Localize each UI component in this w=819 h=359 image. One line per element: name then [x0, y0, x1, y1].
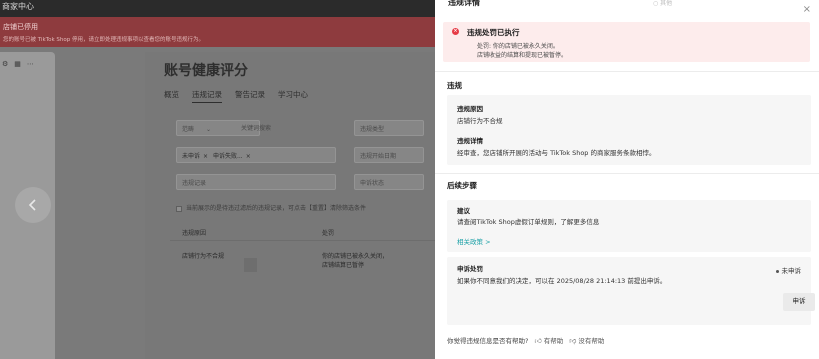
table-header-penalty: 处罚: [322, 230, 335, 237]
top-bar: 商家中心: [0, 0, 435, 17]
appeal-status-badge: 未申诉: [775, 265, 802, 275]
keyword-input[interactable]: 关键词搜索: [236, 120, 336, 136]
status-dot-icon: [775, 269, 779, 273]
violation-type-select[interactable]: 违规类型: [354, 120, 424, 136]
next-steps-heading: 后续步骤: [447, 181, 477, 190]
appeal-label: 申诉处罚: [457, 265, 483, 273]
not-helpful-label: 没有帮助: [578, 337, 605, 345]
top-right-label-text: 其他: [660, 0, 673, 7]
close-icon[interactable]: ×: [803, 4, 811, 15]
appeal-deadline-text: 如果你不同意我们的决定，可以在 2025/08/28 21:14:13 前提出申…: [457, 277, 667, 285]
penalty-line-2: 店铺结算已暂停: [322, 262, 365, 269]
topbar-title: 商家中心: [2, 2, 34, 11]
violation-card: 违规原因 店铺行为不合规 违规详情 经审查，您店铺所开展的活动与 TikTok …: [447, 95, 811, 165]
scope-label: 范畴: [182, 126, 195, 133]
record-select[interactable]: 违规记录: [176, 174, 336, 190]
penalty-alert: × 违规处罚已执行 处罚: 你的店铺已被永久关闭。 店铺收益的结算和提现已被暂停…: [443, 22, 810, 62]
top-right-label: ○ 其他: [653, 0, 673, 7]
tab-violation-records[interactable]: 违规记录: [192, 89, 222, 103]
helpful-label: 有帮助: [543, 337, 564, 345]
appeal-button[interactable]: 申诉: [783, 293, 815, 311]
date-range-input[interactable]: 违规开始日期: [354, 147, 424, 163]
table-cell-penalty: 你的店铺已被永久关闭， 店铺结算已暂停: [322, 252, 388, 270]
alert-line-1: 处罚: 你的店铺已被永久关闭。: [477, 43, 559, 50]
table-header-reason: 违规原因: [182, 230, 207, 237]
filter-notice: 当前展示的是待违过滤后的违规记录，可点击【重置】清除筛选条件: [176, 203, 366, 212]
chip-remove-icon[interactable]: ×: [203, 153, 208, 160]
detail-value: 经审查，您店铺所开展的活动与 TikTok Shop 的商家服务条款相悖。: [457, 149, 656, 157]
chevron-down-icon: ⌄: [205, 126, 211, 133]
related-policy-link[interactable]: 相关政策 >: [457, 236, 491, 246]
tab-bar: 概览 违规记录 警告记录 学习中心: [164, 89, 308, 103]
appeal-status-select[interactable]: 未申诉 × 申诉失败... ×: [176, 147, 336, 163]
chip-appeal-failed: 申诉失败...: [212, 153, 243, 160]
not-helpful-button[interactable]: 👎︎ 没有帮助: [569, 335, 605, 346]
reason-value: 店铺行为不合规: [457, 117, 503, 125]
chip-not-appealed: 未申诉: [182, 153, 201, 160]
tab-learning-center[interactable]: 学习中心: [278, 89, 308, 103]
tab-warning-records[interactable]: 警告记录: [235, 89, 265, 103]
page-title: 账号健康评分: [164, 63, 248, 79]
feedback-row: 你觉得违规信息是否有帮助? 👍︎ 有帮助 👎︎ 没有帮助: [447, 335, 605, 346]
divider: [435, 173, 819, 174]
loading-placeholder: [244, 258, 257, 272]
helpful-button[interactable]: 👍︎ 有帮助: [534, 335, 564, 346]
table-cell-reason: 店铺行为不合规: [182, 253, 225, 260]
appeal-status-text: 未申诉: [781, 267, 802, 275]
tab-overview[interactable]: 概览: [164, 89, 179, 103]
feedback-question: 你觉得违规信息是否有帮助?: [447, 337, 529, 345]
drawer-title: 违规详情: [448, 0, 480, 7]
penalty-line-1: 你的店铺已被永久关闭，: [322, 253, 389, 260]
status-select[interactable]: 申诉状态: [354, 174, 424, 190]
thumbs-up-icon: 👍︎: [534, 336, 542, 345]
violation-detail-drawer: 违规详情 ○ 其他 × × 违规处罚已执行 处罚: 你的店铺已被永久关闭。 店铺…: [435, 0, 819, 359]
banner-title: 店铺已停用: [3, 23, 38, 31]
divider: [435, 71, 819, 72]
thumbs-down-icon: 👎︎: [569, 336, 577, 345]
suggestion-label: 建议: [457, 207, 470, 215]
suspension-banner: 店铺已停用 您的账号已被 TikTok Shop 停用，请立即处理违规事项以查看…: [0, 17, 435, 47]
suggestion-card: 建议 请查阅TikTok Shop虚假订单规则，了解更多信息 相关政策 >: [447, 200, 811, 252]
alert-line-2: 店铺收益的结算和提现已被暂停。: [477, 52, 568, 59]
checkbox[interactable]: [176, 205, 182, 212]
reason-label: 违规原因: [457, 105, 483, 113]
table-divider: [170, 240, 435, 241]
alert-body: 处罚: 你的店铺已被永久关闭。 店铺收益的结算和提现已被暂停。: [477, 42, 567, 60]
grid-icon[interactable]: ▦: [14, 60, 21, 68]
more-icon[interactable]: ⋯: [27, 60, 34, 68]
carousel-prev-button[interactable]: [15, 187, 51, 223]
left-icon-bar: ⚙ ▦ ⋯: [2, 60, 34, 68]
suggestion-value: 请查阅TikTok Shop虚假订单规则，了解更多信息: [457, 218, 600, 226]
alert-title: 违规处罚已执行: [467, 28, 520, 37]
chip-remove-icon[interactable]: ×: [246, 153, 251, 160]
banner-description: 您的账号已被 TikTok Shop 停用，请立即处理违规事项以查看您的账号违规…: [3, 37, 204, 43]
background-page: 商家中心 店铺已停用 您的账号已被 TikTok Shop 停用，请立即处理违规…: [0, 0, 435, 359]
appeal-card: 申诉处罚 如果你不同意我们的决定，可以在 2025/08/28 21:14:13…: [447, 257, 815, 325]
user-settings-icon[interactable]: ⚙: [2, 60, 8, 68]
filter-notice-text: 当前展示的是待违过滤后的违规记录，可点击【重置】清除筛选条件: [186, 205, 367, 212]
chevron-left-icon: [28, 199, 36, 211]
detail-label: 违规详情: [457, 137, 483, 145]
error-icon: ×: [452, 28, 459, 35]
violation-section-heading: 违规: [447, 81, 462, 90]
